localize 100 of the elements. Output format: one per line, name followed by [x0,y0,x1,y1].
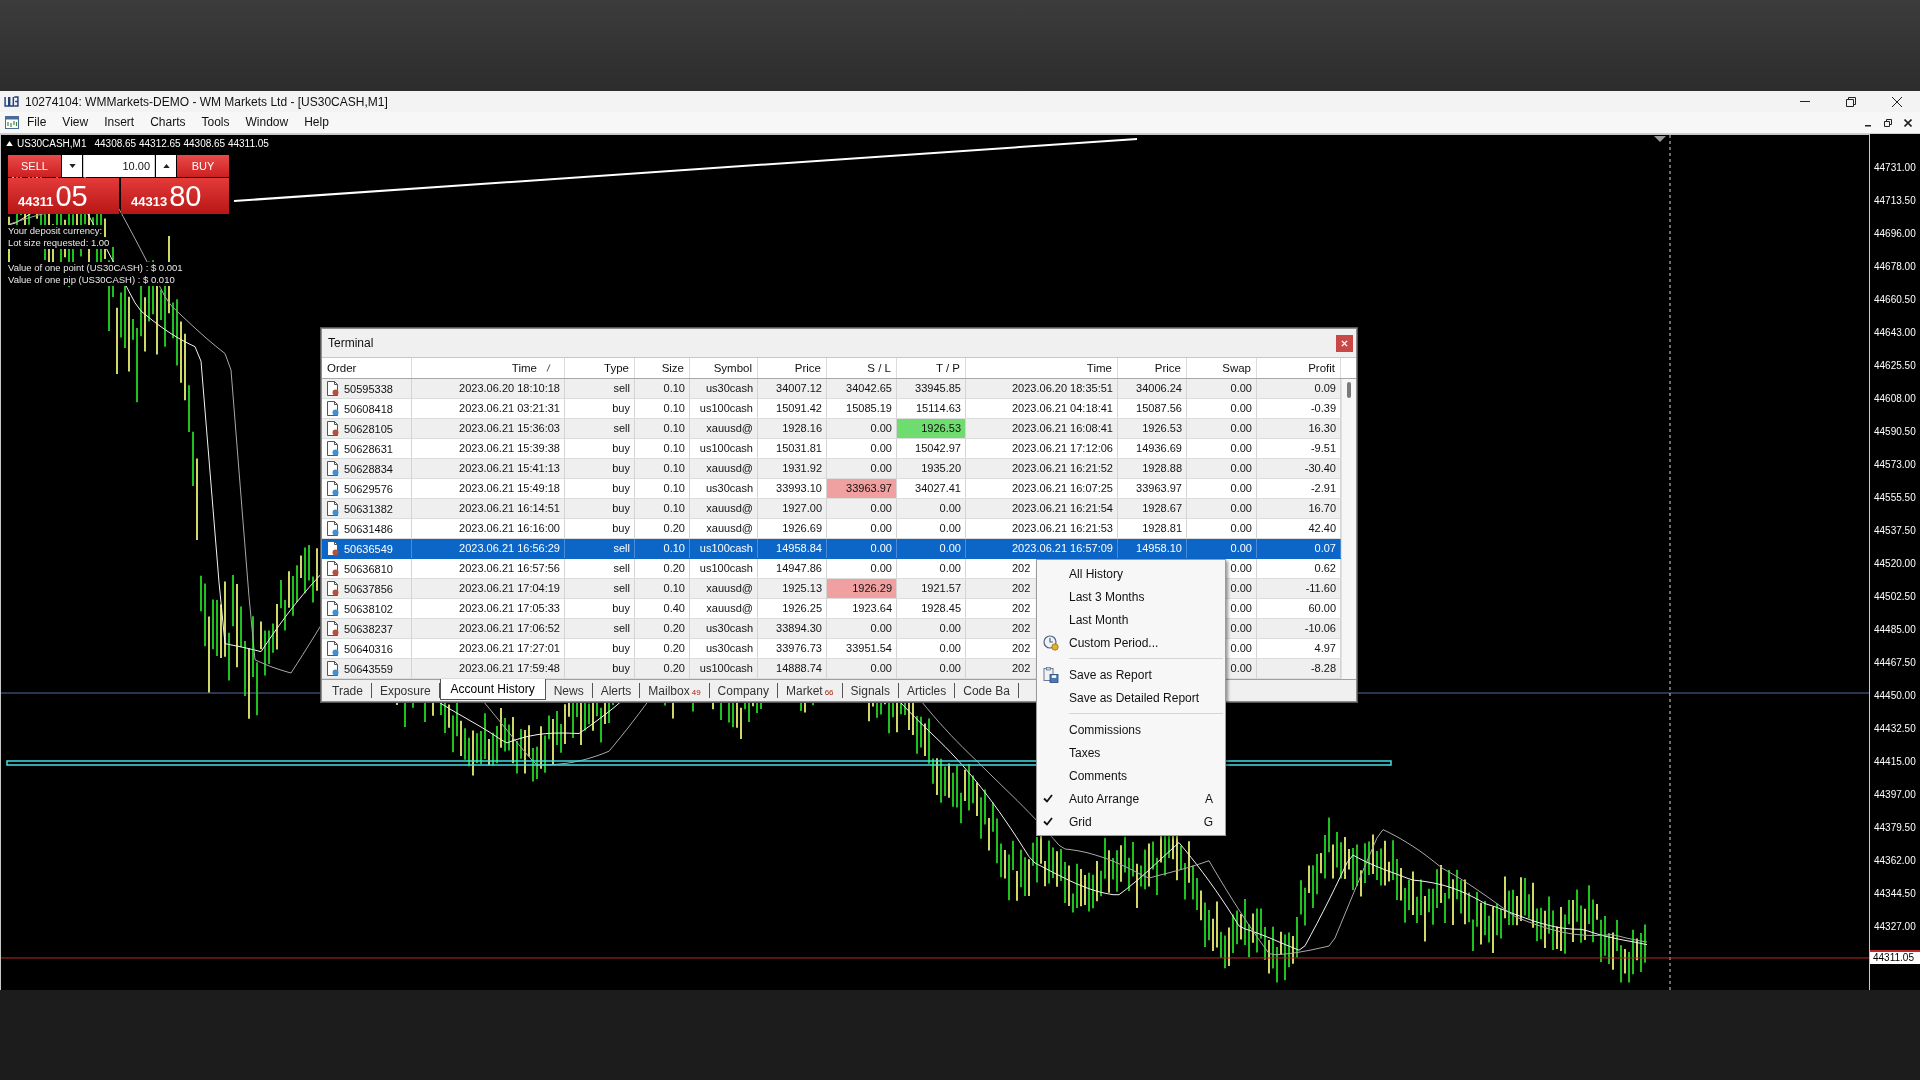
order-icon [326,401,339,416]
table-cell: 1928.67 [1118,499,1187,518]
table-cell: 0.20 [635,639,690,658]
tab[interactable]: Mailbox 49 [640,683,710,698]
price-label: 44485.00 [1874,624,1917,636]
table-row[interactable]: 50629576 2023.06.21 15:49:18 buy 0.10 us30cash 33993.10 33963.97 34027.41 2023.06.21 16:07:25 33963.97 0.00 -2.91 [322,479,1341,499]
order-number: 50638237 [344,622,393,635]
table-cell: us30cash [690,479,758,498]
chart-shift-icon[interactable] [1654,136,1666,142]
context-menu-item[interactable]: Comments [1037,764,1225,787]
order-number: 50628834 [344,462,393,475]
lot-decrease-button[interactable] [62,155,82,177]
menu-bar-item[interactable]: Insert [96,113,143,132]
column-header[interactable]: Type [565,358,635,378]
scrollbar[interactable] [1341,379,1356,679]
tab[interactable]: Company [709,683,778,698]
menu-bar-item[interactable]: Window [237,113,297,132]
menu-bar-item[interactable]: File [19,113,55,132]
price-label: 44590.50 [1874,426,1917,438]
table-cell: buy [565,499,635,518]
info-text: Your deposit currency: [8,225,105,237]
triangle-icon[interactable] [6,141,13,146]
table-cell: 15085.19 [827,399,897,418]
column-header[interactable]: Time [412,358,565,378]
menu-bar-item[interactable]: Help [296,113,337,132]
scrollbar-thumb[interactable] [1347,382,1351,398]
table-cell: sell [565,559,635,578]
column-header[interactable]: Size [635,358,690,378]
order-icon [326,501,339,516]
table-cell: 15031.81 [758,439,827,458]
table-cell: 15087.56 [1118,399,1187,418]
table-cell: 0.00 [827,439,897,458]
context-menu-item[interactable]: Save as Detailed Report [1037,686,1225,709]
buy-button[interactable]: BUY [177,155,229,177]
table-cell: buy [565,639,635,658]
table-row[interactable]: 50631486 2023.06.21 16:16:00 buy 0.20 xauusd@ 1926.69 0.00 0.00 2023.06.21 16:21:53 1928.81 0.00 42.40 [322,519,1341,539]
table-row[interactable]: 50636549 2023.06.21 16:56:29 sell 0.10 us100cash 14958.84 0.00 0.00 2023.06.21 16:57:09 14958.10 0.00 0.07 [322,539,1341,559]
table-cell: 0.10 [635,479,690,498]
column-header[interactable]: Price [758,358,827,378]
tab[interactable]: Alerts [592,683,641,698]
table-cell: 33976.73 [758,639,827,658]
table-row[interactable]: 50628834 2023.06.21 15:41:13 buy 0.10 xauusd@ 1931.92 0.00 1935.20 2023.06.21 16:21:52 1928.88 0.00 -30.40 [322,459,1341,479]
column-header[interactable]: Symbol [690,358,758,378]
table-cell: 0.20 [635,659,690,678]
table-row[interactable]: 50608418 2023.06.21 03:21:31 buy 0.10 us100cash 15091.42 15085.19 15114.63 2023.06.21 04:18:41 15087.56 0.00 -0.39 [322,399,1341,419]
price-label: 44397.00 [1874,789,1917,801]
table-row[interactable]: 50628631 2023.06.21 15:39:38 buy 0.10 us100cash 15031.81 0.00 15042.97 2023.06.21 17:12:06 14936.69 0.00 -9.51 [322,439,1341,459]
table-cell: 0.10 [635,499,690,518]
tab[interactable]: Signals [842,683,899,698]
table-cell: 14958.10 [1118,539,1187,558]
tab[interactable]: Market 66 [777,683,843,698]
buy-price-button[interactable]: 44313 80 [121,178,229,214]
order-icon [326,461,339,476]
table-cell: 0.00 [1187,499,1257,518]
table-row[interactable]: 50628105 2023.06.21 15:36:03 sell 0.10 xauusd@ 1928.16 0.00 1926.53 2023.06.21 16:08:41 1926.53 0.00 16.30 [322,419,1341,439]
menu-bar-item[interactable]: Tools [193,113,238,132]
context-menu-item[interactable]: Grid G [1037,810,1225,833]
chart-window-icon[interactable] [5,116,19,129]
table-cell: 0.10 [635,419,690,438]
context-menu-item[interactable]: Auto Arrange A [1037,787,1225,810]
order-icon [326,421,339,436]
column-header[interactable]: Order [322,358,412,378]
table-cell: 0.10 [635,379,690,398]
tab[interactable]: Exposure [371,683,440,698]
table-cell: 0.00 [897,619,966,638]
tab[interactable]: Articles [898,683,956,698]
table-cell: 0.20 [635,619,690,638]
price-label: 44344.50 [1874,888,1917,900]
column-header[interactable]: Profit [1257,358,1341,378]
table-cell: 2023.06.21 17:04:19 [412,579,565,598]
column-header[interactable]: S / L [827,358,897,378]
menu-bar-item[interactable]: View [54,113,97,132]
context-menu-item[interactable]: Taxes [1037,741,1225,764]
table-row[interactable]: 50595338 2023.06.20 18:10:18 sell 0.10 us30cash 34007.12 34042.65 33945.85 2023.06.20 18:35:51 34006.24 0.00 0.09 [322,379,1341,399]
table-cell: us100cash [690,399,758,418]
column-header[interactable]: Swap [1187,358,1257,378]
table-cell: 14936.69 [1118,439,1187,458]
table-cell: 0.20 [635,519,690,538]
table-cell: 2023.06.21 15:49:18 [412,479,565,498]
table-cell: 0.00 [827,499,897,518]
column-header[interactable]: T / P [897,358,966,378]
sell-price-button[interactable]: 44311 05 [8,178,119,214]
lot-increase-button[interactable] [156,155,176,177]
tab[interactable]: Account History [439,679,546,700]
context-menu-item[interactable]: Commissions [1037,718,1225,741]
column-header[interactable]: Time [966,358,1118,378]
sell-button[interactable]: SELL [8,155,61,177]
column-header[interactable]: Price [1118,358,1187,378]
table-cell: 2023.06.21 16:21:52 [966,459,1118,478]
tab[interactable]: Code Ba [955,683,1019,698]
table-cell: 1928.45 [897,599,966,618]
menu-bar-item[interactable]: Charts [142,113,194,132]
tab[interactable]: Trade [324,683,372,698]
table-cell: us30cash [690,379,758,398]
tab[interactable]: News [545,683,593,698]
lot-field[interactable]: 10.00 [83,155,155,177]
unread-count: 49 [691,688,701,698]
table-row[interactable]: 50631382 2023.06.21 16:14:51 buy 0.10 xauusd@ 1927.00 0.00 0.00 2023.06.21 16:21:54 1928.67 0.00 16.70 [322,499,1341,519]
order-number: 50638102 [344,602,393,615]
table-cell: 1926.53 [1118,419,1187,438]
